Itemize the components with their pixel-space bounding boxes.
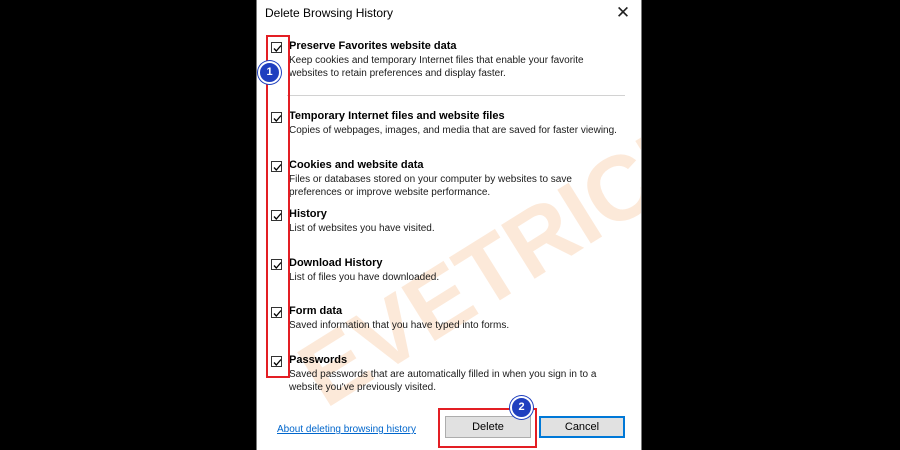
checkbox-passwords[interactable] [271, 356, 282, 367]
delete-browsing-history-dialog: EVETRICKS Delete Browsing History ✕ Pres… [256, 0, 642, 450]
option-description: Copies of webpages, images, and media th… [289, 125, 617, 136]
option-description: Saved passwords that are automatically f… [289, 369, 597, 393]
checkbox-download-history[interactable] [271, 259, 282, 270]
checkmark-icon [273, 45, 282, 52]
option-description: List of files you have downloaded. [289, 272, 440, 283]
about-deleting-history-link[interactable]: About deleting browsing history [277, 424, 416, 435]
checkbox-cookies[interactable] [271, 161, 282, 172]
option-description: Files or databases stored on your comput… [289, 174, 572, 198]
option-title: Preserve Favorites website data [289, 40, 457, 52]
checkmark-icon [273, 359, 282, 366]
step-badge-2: 2 [510, 396, 533, 419]
checkbox-temporary-files[interactable] [271, 112, 282, 123]
checkmark-icon [273, 164, 282, 171]
option-title: Download History [289, 257, 383, 269]
checkmark-icon [273, 213, 282, 220]
option-title: History [289, 208, 327, 220]
separator [287, 95, 625, 96]
close-icon[interactable]: ✕ [613, 3, 633, 23]
checkmark-icon [273, 310, 282, 317]
checkmark-icon [273, 115, 282, 122]
step-badge-1: 1 [258, 61, 281, 84]
checkmark-icon [273, 262, 282, 269]
option-title: Form data [289, 305, 343, 317]
option-title: Passwords [289, 354, 348, 366]
option-description: Keep cookies and temporary Internet file… [289, 55, 584, 79]
title-bar: Delete Browsing History ✕ [257, 0, 641, 26]
checkbox-highlight-box [266, 35, 290, 378]
checkbox-form-data[interactable] [271, 307, 282, 318]
option-description: Saved information that you have typed in… [289, 320, 510, 331]
option-description: List of websites you have visited. [289, 223, 435, 234]
cancel-button[interactable]: Cancel [539, 416, 625, 438]
dialog-title: Delete Browsing History [265, 6, 394, 20]
option-title: Cookies and website data [289, 159, 424, 171]
delete-button[interactable]: Delete [445, 416, 531, 438]
checkbox-history[interactable] [271, 210, 282, 221]
checkbox-preserve-favorites[interactable] [271, 42, 282, 53]
option-title: Temporary Internet files and website fil… [289, 110, 505, 122]
